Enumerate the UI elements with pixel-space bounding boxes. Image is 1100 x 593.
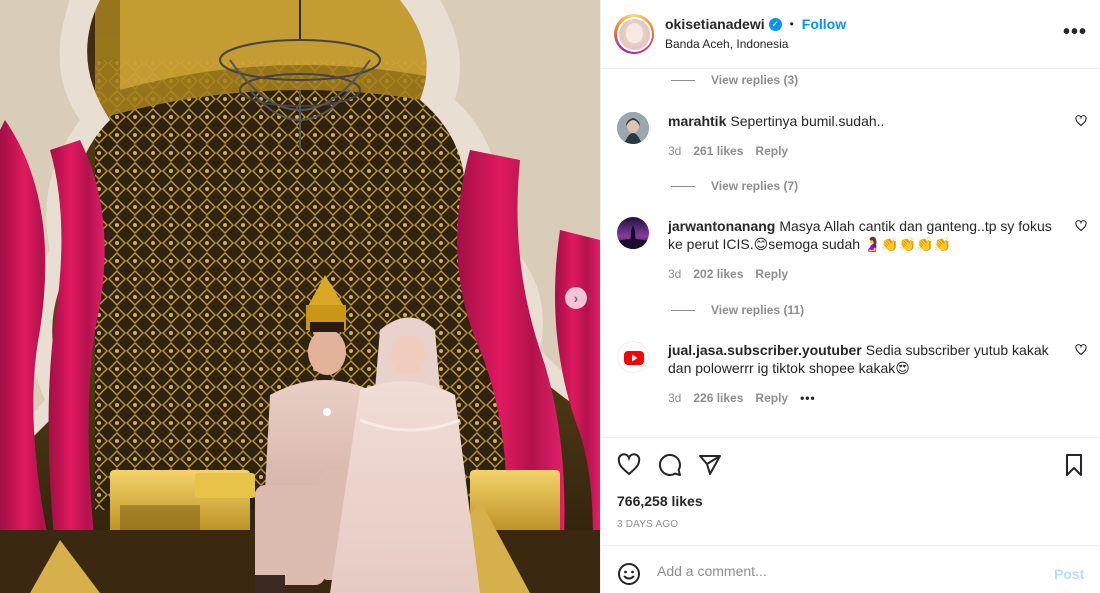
- comment-age: 3d: [668, 391, 682, 405]
- like-heart-icon[interactable]: [617, 453, 641, 477]
- comment-content: Sepertinya bumil.sudah..: [730, 113, 885, 129]
- add-comment-bar: Post: [601, 545, 1100, 593]
- commenter-username[interactable]: marahtik: [668, 113, 726, 129]
- comment-bubble-icon[interactable]: [658, 453, 682, 477]
- commenter-avatar[interactable]: [617, 341, 649, 373]
- author-line: okisetianadewi ✓ • Follow: [665, 16, 846, 32]
- comment-options-icon[interactable]: •••: [800, 391, 816, 405]
- comment-text: jarwantonanang Masya Allah cantik dan gan…: [668, 217, 1063, 253]
- commenter-avatar[interactable]: [617, 112, 649, 144]
- follow-button[interactable]: Follow: [802, 16, 846, 32]
- save-bookmark-icon[interactable]: [1062, 453, 1086, 477]
- replies-divider: [671, 309, 695, 311]
- chevron-right-icon: ›: [573, 290, 579, 306]
- author-avatar[interactable]: [614, 14, 654, 54]
- verified-badge-icon: ✓: [768, 17, 782, 31]
- like-comment-heart-icon[interactable]: [1075, 115, 1087, 127]
- like-comment-heart-icon[interactable]: [1075, 220, 1087, 232]
- comment-text: marahtik Sepertinya bumil.sudah..: [668, 112, 1063, 130]
- comment-likes[interactable]: 261 likes: [693, 144, 743, 158]
- comment-age: 3d: [668, 267, 682, 281]
- comment-meta: 3d 226 likes Reply •••: [668, 391, 828, 405]
- view-replies-label: View replies (3): [711, 73, 799, 87]
- reply-button[interactable]: Reply: [755, 144, 788, 158]
- youtube-icon: [624, 351, 644, 365]
- avatar-photo: [618, 18, 650, 50]
- post-actions: 766,258 likes 3 DAYS AGO: [601, 437, 1100, 537]
- share-paper-plane-icon[interactable]: [698, 453, 722, 477]
- post-viewer: › okisetianadewi ✓ • Follow Banda Aceh, …: [0, 0, 1100, 593]
- comment-text: jual.jasa.subscriber.youtuber Sedia subsc…: [668, 341, 1063, 377]
- post-location[interactable]: Banda Aceh, Indonesia: [665, 37, 788, 51]
- emoji-smiley-icon[interactable]: [617, 562, 641, 586]
- commenter-avatar[interactable]: [617, 217, 649, 249]
- commenter-username[interactable]: jarwantonanang: [668, 218, 775, 234]
- comment-item: jarwantonanang Masya Allah cantik dan gan…: [617, 217, 1087, 287]
- reply-button[interactable]: Reply: [755, 267, 788, 281]
- post-side-panel: okisetianadewi ✓ • Follow Banda Aceh, In…: [600, 0, 1100, 593]
- separator-dot: •: [789, 17, 794, 31]
- comment-age: 3d: [668, 144, 682, 158]
- view-replies-button[interactable]: View replies (3): [671, 73, 798, 87]
- post-header: okisetianadewi ✓ • Follow Banda Aceh, In…: [601, 0, 1100, 69]
- reply-button[interactable]: Reply: [755, 391, 788, 405]
- view-replies-label: View replies (11): [711, 303, 805, 317]
- view-replies-button[interactable]: View replies (11): [671, 303, 804, 317]
- comment-likes[interactable]: 226 likes: [693, 391, 743, 405]
- profile-photo-icon: [617, 217, 649, 249]
- author-username[interactable]: okisetianadewi: [665, 16, 765, 32]
- comment-item: marahtik Sepertinya bumil.sudah.. 3d 261 …: [617, 112, 1087, 162]
- comment-meta: 3d 202 likes Reply: [668, 267, 800, 281]
- post-likes-count[interactable]: 766,258 likes: [617, 493, 703, 509]
- view-replies-button[interactable]: View replies (7): [671, 179, 798, 193]
- comments-list[interactable]: View replies (3) marahtik Sepertinya bumi…: [601, 69, 1100, 437]
- comment-likes[interactable]: 202 likes: [693, 267, 743, 281]
- replies-divider: [671, 79, 695, 81]
- next-photo-button[interactable]: ›: [565, 287, 587, 309]
- comment-item: jual.jasa.subscriber.youtuber Sedia subsc…: [617, 341, 1087, 411]
- view-replies-label: View replies (7): [711, 179, 799, 193]
- commenter-username[interactable]: jual.jasa.subscriber.youtuber: [668, 342, 862, 358]
- post-timestamp: 3 DAYS AGO: [617, 519, 679, 530]
- replies-divider: [671, 185, 695, 187]
- post-comment-button[interactable]: Post: [1054, 566, 1084, 582]
- profile-photo-icon: [617, 112, 649, 144]
- post-photo[interactable]: ›: [0, 0, 600, 593]
- more-options-icon[interactable]: •••: [1063, 22, 1087, 42]
- comment-input[interactable]: [657, 560, 1037, 582]
- wedding-photo-illustration: [0, 0, 600, 593]
- comment-meta: 3d 261 likes Reply: [668, 144, 800, 158]
- like-comment-heart-icon[interactable]: [1075, 344, 1087, 356]
